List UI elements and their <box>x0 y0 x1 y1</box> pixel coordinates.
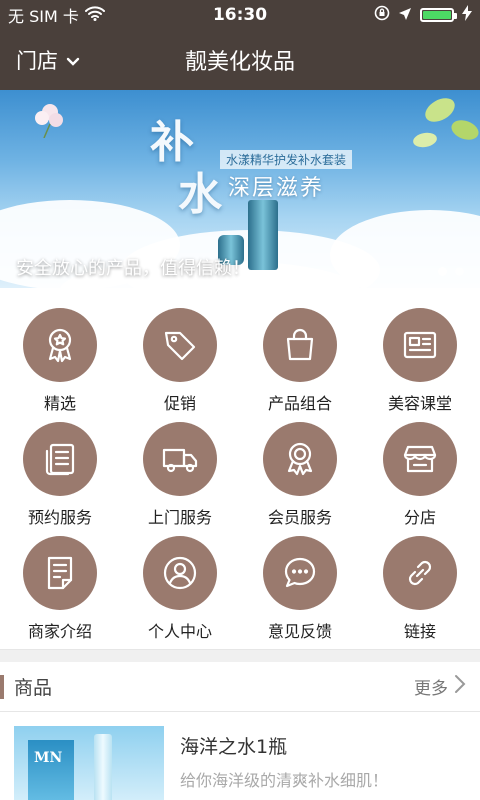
shopping-bag-icon <box>286 328 314 361</box>
banner-big-char-2: 水 <box>178 169 222 220</box>
product-bottle-image <box>248 200 278 270</box>
product-list-item[interactable]: MN 海洋之水1瓶 给你海洋级的清爽补水细肌！ <box>0 712 480 800</box>
carrier-label: 无 SIM 卡 <box>8 7 79 26</box>
orientation-lock-icon <box>374 5 390 25</box>
menu-item-featured[interactable]: 精选 <box>0 308 120 422</box>
section-divider <box>0 650 480 662</box>
chat-bubble-icon <box>284 557 316 588</box>
chevron-down-icon <box>66 48 80 72</box>
store-icon <box>403 445 437 473</box>
menu-grid: 精选 促销 产品组合 美容课堂 预约服务 上门服务 会员服务 分店 商家介绍 个… <box>0 288 480 650</box>
menu-item-home-service[interactable]: 上门服务 <box>120 422 240 536</box>
product-brand-mark: MN <box>34 750 63 766</box>
menu-item-label: 上门服务 <box>147 508 212 527</box>
menu-item-link[interactable]: 链接 <box>360 536 480 650</box>
menu-item-appointment[interactable]: 预约服务 <box>0 422 120 536</box>
banner-carousel[interactable]: 补 水 水漾精华护发补水套装 深层滋养 安全放心的产品，值得信赖！ <box>0 90 480 288</box>
product-description: 给你海洋级的清爽补水细肌！ <box>180 771 389 790</box>
menu-item-label: 精选 <box>43 394 76 413</box>
location-icon <box>398 6 412 25</box>
truck-icon <box>162 448 198 473</box>
tag-icon <box>164 331 196 361</box>
menu-item-merchant-intro[interactable]: 商家介绍 <box>0 536 120 650</box>
menu-item-label: 会员服务 <box>267 508 332 527</box>
flower-decoration <box>35 104 63 138</box>
menu-item-label: 产品组合 <box>267 394 332 413</box>
wifi-icon <box>84 5 105 25</box>
link-icon <box>408 560 432 586</box>
products-section-title: 商品 <box>14 677 53 699</box>
store-selector[interactable]: 门店 <box>16 45 80 75</box>
status-bar: 无 SIM 卡 16:30 <box>0 0 480 30</box>
navbar: 门店 靓美化妆品 <box>0 30 480 90</box>
menu-item-feedback[interactable]: 意见反馈 <box>240 536 360 650</box>
award-icon <box>48 328 72 363</box>
menu-item-personal-center[interactable]: 个人中心 <box>120 536 240 650</box>
section-accent-bar <box>0 674 4 699</box>
menu-item-label: 商家介绍 <box>27 622 92 641</box>
menu-item-promotion[interactable]: 促销 <box>120 308 240 422</box>
banner-subtitle-small: 水漾精华护发补水套装 <box>220 150 353 169</box>
product-name: 海洋之水1瓶 <box>180 736 288 758</box>
products-section-header: 商品 更多 <box>0 662 480 712</box>
menu-item-label: 分店 <box>403 508 436 527</box>
menu-item-branch[interactable]: 分店 <box>360 422 480 536</box>
carousel-dot-1[interactable] <box>438 267 447 276</box>
chevron-right-icon <box>454 674 466 699</box>
menu-item-label: 个人中心 <box>147 622 212 641</box>
user-icon <box>163 556 197 590</box>
notepad-icon <box>45 443 75 476</box>
status-time: 16:30 <box>212 5 268 25</box>
member-badge-icon <box>287 442 313 476</box>
carousel-dot-2[interactable] <box>455 267 464 276</box>
menu-item-label: 预约服务 <box>27 508 92 527</box>
menu-item-label: 美容课堂 <box>387 394 452 413</box>
menu-item-member-service[interactable]: 会员服务 <box>240 422 360 536</box>
charging-icon <box>462 5 472 25</box>
newspaper-icon <box>403 331 437 359</box>
more-label: 更多 <box>414 679 448 699</box>
product-thumbnail: MN <box>14 726 164 800</box>
menu-item-label: 意见反馈 <box>267 622 332 641</box>
document-icon <box>47 556 73 590</box>
leaves-decoration <box>413 98 479 148</box>
menu-item-label: 促销 <box>163 394 196 413</box>
battery-icon <box>420 8 457 22</box>
menu-item-product-combo[interactable]: 产品组合 <box>240 308 360 422</box>
more-button[interactable]: 更多 <box>414 674 466 699</box>
banner-subtitle-large: 深层滋养 <box>228 176 325 201</box>
menu-item-label: 链接 <box>403 622 436 641</box>
banner-caption: 安全放心的产品，值得信赖！ <box>16 258 250 279</box>
carousel-indicator[interactable] <box>438 267 464 276</box>
menu-item-beauty-class[interactable]: 美容课堂 <box>360 308 480 422</box>
store-label: 门店 <box>16 49 58 73</box>
